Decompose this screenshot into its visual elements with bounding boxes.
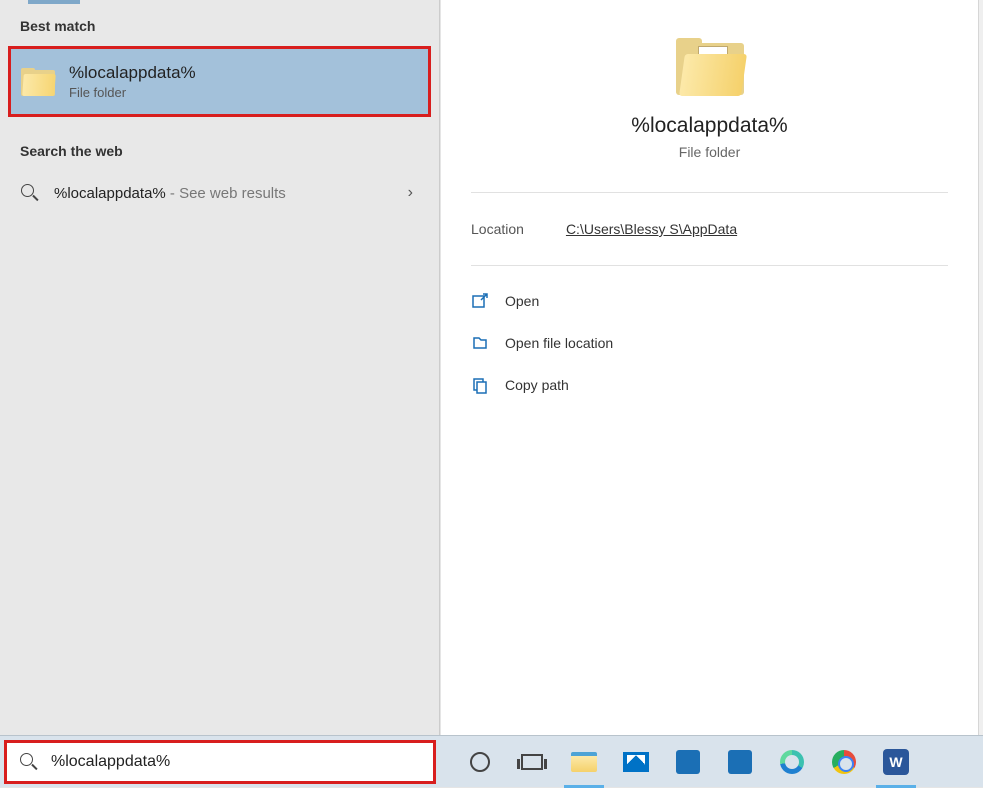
cortana-icon [470, 752, 490, 772]
best-match-result[interactable]: %localappdata% File folder [8, 46, 431, 117]
open-file-location-action[interactable]: Open file location [471, 322, 948, 364]
preview-subtitle: File folder [461, 144, 958, 160]
web-result-text: %localappdata% - See web results [54, 185, 394, 202]
taskbar-search-box[interactable] [4, 740, 436, 784]
taskbar-icons: W [454, 736, 922, 788]
preview-header: %localappdata% File folder [441, 0, 978, 192]
location-label: Location [471, 221, 524, 237]
dell-icon [676, 750, 700, 774]
app-button[interactable] [714, 736, 766, 788]
word-icon: W [883, 749, 909, 775]
chevron-right-icon: › [408, 184, 419, 202]
search-icon [20, 183, 40, 203]
folder-icon [676, 38, 744, 96]
copy-icon [471, 376, 489, 394]
taskbar: W [0, 735, 983, 787]
web-result-suffix: - See web results [166, 185, 286, 202]
result-preview-panel: %localappdata% File folder Location C:\U… [441, 0, 978, 735]
folder-location-icon [471, 334, 489, 352]
edge-icon [780, 750, 804, 774]
app-icon [728, 750, 752, 774]
mail-button[interactable] [610, 736, 662, 788]
preview-title: %localappdata% [461, 114, 958, 138]
copy-path-label: Copy path [505, 377, 569, 393]
best-match-text: %localappdata% File folder [69, 63, 196, 100]
web-result-term: %localappdata% [54, 185, 166, 202]
location-path-link[interactable]: C:\Users\Blessy S\AppData [566, 221, 737, 237]
scrollbar[interactable] [978, 0, 983, 735]
mail-icon [623, 752, 649, 772]
preview-actions: Open Open file location Copy path [441, 266, 978, 420]
best-match-header: Best match [0, 0, 439, 46]
chrome-button[interactable] [818, 736, 870, 788]
open-action[interactable]: Open [471, 280, 948, 322]
folder-icon [21, 68, 55, 96]
chrome-icon [832, 750, 856, 774]
best-match-subtitle: File folder [69, 85, 196, 100]
search-icon [19, 752, 39, 772]
open-label: Open [505, 293, 539, 309]
dell-app-button[interactable] [662, 736, 714, 788]
web-search-result[interactable]: %localappdata% - See web results › [0, 171, 439, 215]
file-explorer-button[interactable] [558, 736, 610, 788]
edge-button[interactable] [766, 736, 818, 788]
file-explorer-icon [571, 752, 597, 772]
search-scope-indicator [28, 0, 80, 4]
word-button[interactable]: W [870, 736, 922, 788]
task-view-icon [521, 754, 543, 770]
open-icon [471, 292, 489, 310]
location-row: Location C:\Users\Blessy S\AppData [441, 193, 978, 265]
task-view-button[interactable] [506, 736, 558, 788]
best-match-title: %localappdata% [69, 63, 196, 83]
copy-path-action[interactable]: Copy path [471, 364, 948, 406]
search-web-header: Search the web [0, 125, 439, 171]
cortana-button[interactable] [454, 736, 506, 788]
search-results-panel: Best match %localappdata% File folder Se… [0, 0, 440, 735]
search-input[interactable] [51, 753, 421, 771]
open-file-location-label: Open file location [505, 335, 613, 351]
